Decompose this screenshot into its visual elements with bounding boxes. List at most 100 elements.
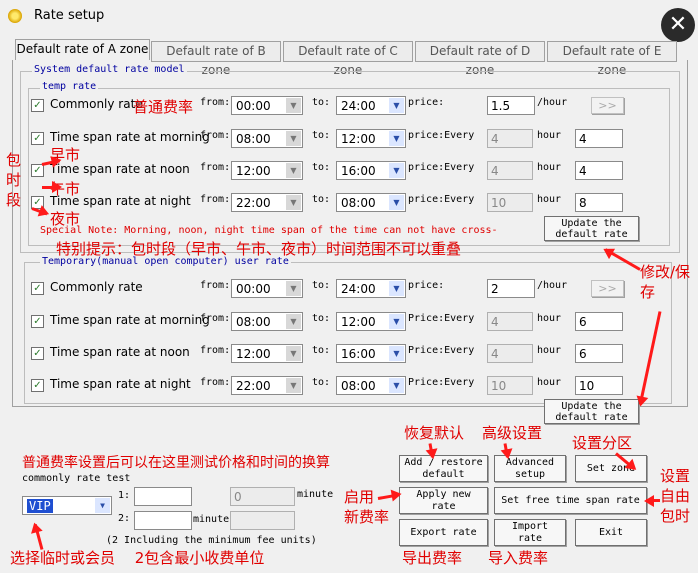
system-common-price-input[interactable]: 1.5 [487,96,535,115]
temporary-row-checkbox[interactable]: ✓ [31,379,44,392]
arrow-member-select [33,523,44,550]
to-label: to: [312,97,331,108]
temporary-to-select[interactable]: 16:00 ▼ [336,344,406,363]
chevron-down-icon: ▼ [95,498,110,513]
to-value: 12:00 [341,315,376,329]
temporary-span-price-input[interactable]: 10 [575,376,623,395]
temporary-common-price-input[interactable]: 2 [487,279,535,298]
unit-label: hour [537,194,562,205]
arrow-free-span [646,499,660,502]
unit-label: hour [537,377,562,388]
temporary-from-select[interactable]: 00:00 ▼ [231,279,303,298]
import-rate-button[interactable]: Import rate [494,519,566,546]
annotation-restore: 恢复默认 [404,424,465,442]
system-row-checkbox[interactable]: ✓ [31,132,44,145]
annotation-line: 自由 [660,487,691,505]
temporary-more-button[interactable]: >> [591,280,624,297]
update-temporary-default-button[interactable]: Update the default rate [544,399,639,424]
temporary-to-select[interactable]: 24:00 ▼ [336,279,406,298]
system-to-select[interactable]: 16:00 ▼ [336,161,406,180]
system-from-select[interactable]: 12:00 ▼ [231,161,303,180]
update-system-default-button[interactable]: Update the default rate [544,216,639,241]
restore-default-button[interactable]: Add / restore default [399,455,488,482]
system-to-select[interactable]: 24:00 ▼ [336,96,406,115]
from-value: 12:00 [236,347,271,361]
tab-zone-c[interactable]: Default rate of C zone [283,41,413,77]
btn-line2: rate [431,501,456,512]
temporary-row-checkbox[interactable]: ✓ [31,282,44,295]
test-minutes-input[interactable] [134,487,192,506]
price-label: Price:Every [408,345,475,356]
from-value: 08:00 [236,315,271,329]
price-label: price:Every [408,194,475,205]
system-span-price-input[interactable]: 4 [575,129,623,148]
temporary-span-price-input[interactable]: 6 [575,344,623,363]
tab-zone-b[interactable]: Default rate of B zone [151,41,281,77]
exit-button[interactable]: Exit [575,519,647,546]
unit-label: hour [537,345,562,356]
to-value: 08:00 [341,379,376,393]
system-row-label: Time span rate at morning [50,130,210,144]
chevron-down-icon: ▼ [286,281,301,296]
annotation-line: 包 [6,151,22,169]
system-span-price-input[interactable]: 8 [575,193,623,212]
to-value: 16:00 [341,164,376,178]
system-from-select[interactable]: 00:00 ▼ [231,96,303,115]
system-more-button[interactable]: >> [591,97,624,114]
from-label: from: [200,280,231,291]
to-value: 12:00 [341,132,376,146]
tab-zone-a[interactable]: Default rate of A zone [15,39,150,60]
title-bar [0,0,698,34]
tab-zone-d[interactable]: Default rate of D zone [415,41,545,77]
annotation-line: 包时 [660,507,691,525]
annotation-common-rate: 普通费率 [133,98,194,116]
close-button[interactable]: ✕ [661,8,695,42]
export-rate-button[interactable]: Export rate [399,519,488,546]
chevron-down-icon: ▼ [389,378,404,393]
temporary-row-checkbox[interactable]: ✓ [31,315,44,328]
temporary-row-checkbox[interactable]: ✓ [31,347,44,360]
from-value: 00:00 [236,99,271,113]
system-from-select[interactable]: 08:00 ▼ [231,129,303,148]
annotation-baoshi: 包 时 段 [6,150,21,210]
temporary-from-select[interactable]: 12:00 ▼ [231,344,303,363]
annotation-bottom: 选择临时或会员 2包含最小收费单位 [10,549,265,567]
annotation-export: 导出费率 [402,549,463,567]
test-result-1: 0 [230,487,295,506]
arrow-advanced [503,443,509,458]
test-price-input[interactable] [134,511,192,530]
annotation-line: 存 [640,283,656,301]
btn-line1: Add / restore [404,457,483,468]
temporary-from-select[interactable]: 08:00 ▼ [231,312,303,331]
system-to-select[interactable]: 12:00 ▼ [336,129,406,148]
price-label: Price:Every [408,313,475,324]
price-label: price:Every [408,130,475,141]
system-to-select[interactable]: 08:00 ▼ [336,193,406,212]
btn-line1: Import [511,521,549,532]
apply-new-rate-button[interactable]: Apply new rate [399,487,488,514]
from-label: from: [200,130,231,141]
unit-label: hour [537,313,562,324]
to-label: to: [312,377,331,388]
member-type-select[interactable]: VIP ▼ [22,496,112,515]
chevron-down-icon: ▼ [286,131,301,146]
system-span-hours-field: 4 [487,129,533,148]
system-span-price-input[interactable]: 4 [575,161,623,180]
set-free-time-span-rate-button[interactable]: Set free time span rate [494,487,647,514]
to-label: to: [312,280,331,291]
temporary-span-price-input[interactable]: 6 [575,312,623,331]
temporary-to-select[interactable]: 12:00 ▼ [336,312,406,331]
temporary-from-select[interactable]: 22:00 ▼ [231,376,303,395]
temporary-to-select[interactable]: 08:00 ▼ [336,376,406,395]
tab-zone-e[interactable]: Default rate of E zone [547,41,677,77]
temporary-span-hours-field: 10 [487,376,533,395]
system-span-hours-field: 4 [487,161,533,180]
chevron-down-icon: ▼ [389,346,404,361]
system-from-select[interactable]: 22:00 ▼ [231,193,303,212]
from-value: 22:00 [236,379,271,393]
to-value: 16:00 [341,347,376,361]
temporary-row-label: Commonly rate [50,280,143,294]
system-row-checkbox[interactable]: ✓ [31,99,44,112]
btn-line2: default [422,469,465,480]
chevron-down-icon: ▼ [286,163,301,178]
